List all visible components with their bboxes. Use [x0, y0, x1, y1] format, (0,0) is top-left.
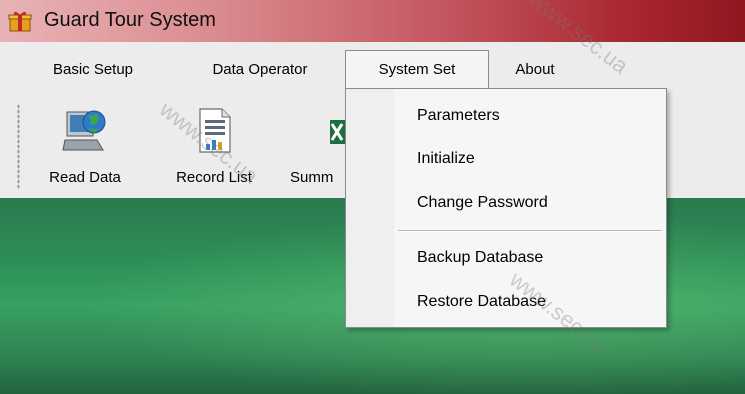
record-list-button[interactable]: Record List — [158, 104, 270, 194]
toolbar-grip[interactable] — [17, 104, 20, 190]
read-data-button[interactable]: Read Data — [32, 104, 138, 194]
menu-about[interactable]: About — [500, 52, 570, 88]
read-data-label: Read Data — [49, 169, 121, 186]
menu-system-set[interactable]: System Set — [345, 50, 489, 90]
menu-item-change-password[interactable]: Change Password — [394, 186, 666, 220]
system-set-dropdown: Parameters Initialize Change Password Ba… — [345, 88, 667, 328]
menu-item-restore-database[interactable]: Restore Database — [394, 285, 666, 319]
window-title: Guard Tour System — [44, 9, 216, 31]
title-bar[interactable]: Guard Tour System — [0, 0, 745, 42]
menu-item-initialize[interactable]: Initialize — [394, 142, 666, 176]
summary-label: Summ — [290, 169, 334, 186]
menu-item-parameters[interactable]: Parameters — [394, 99, 666, 133]
menu-item-backup-database[interactable]: Backup Database — [394, 241, 666, 275]
record-list-label: Record List — [176, 169, 252, 186]
gift-box-icon — [8, 11, 32, 32]
dropdown-icon-gutter — [346, 89, 394, 327]
document-chart-icon — [199, 108, 231, 153]
computer-globe-icon — [62, 110, 106, 151]
menu-data-operator[interactable]: Data Operator — [180, 52, 340, 88]
summary-button[interactable]: Summ — [288, 104, 348, 194]
menu-separator — [398, 230, 662, 232]
menu-basic-setup[interactable]: Basic Setup — [33, 52, 153, 88]
